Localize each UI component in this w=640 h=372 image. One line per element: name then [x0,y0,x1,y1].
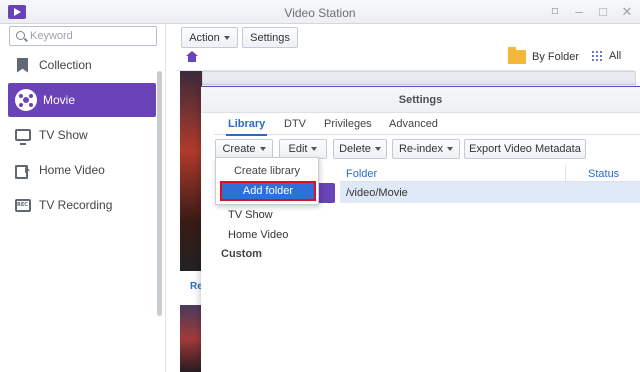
home-icon[interactable] [186,51,198,63]
column-header-folder[interactable]: Folder [346,168,377,180]
table-row[interactable]: /video/Movie [340,182,640,203]
chevron-down-icon [447,147,454,151]
film-reel-icon [15,89,37,111]
export-metadata-button-label: Export Video Metadata [469,143,581,155]
dialog-tabs: Library DTV Privileges Advanced [214,113,640,136]
maximize-icon[interactable]: □ [596,5,610,19]
tab-dtv[interactable]: DTV [282,116,308,132]
movie-poster[interactable] [180,71,202,271]
bookmark-icon [17,57,28,73]
tab-privileges[interactable]: Privileges [322,116,374,132]
window-controls: ⌑ – □ ✕ [548,5,634,19]
reindex-button-label: Re-index [398,143,444,155]
settings-button[interactable]: Settings [242,27,298,48]
pin-icon[interactable]: ⌑ [548,5,562,19]
action-button-label: Action [189,31,220,44]
sidebar-item-label: Collection [39,58,92,72]
all-label: All [609,50,622,62]
menu-item-create-library[interactable]: Create library [216,161,318,181]
chevron-down-icon [374,147,381,151]
search-box[interactable] [9,26,157,46]
sidebar-item-collection[interactable]: Collection [8,48,156,82]
tab-advanced[interactable]: Advanced [387,116,440,132]
folder-icon [508,47,526,64]
title-bar: Video Station ⌑ – □ ✕ [0,0,640,24]
reindex-button[interactable]: Re-index [392,139,460,159]
create-button[interactable]: Create [215,139,273,159]
chevron-down-icon [223,35,230,40]
dialog-title: Settings [398,94,443,106]
library-item-tv-show[interactable]: TV Show [228,209,273,221]
search-input[interactable] [30,29,150,43]
column-separator [565,165,566,182]
sidebar-item-tv-show[interactable]: TV Show [8,118,156,152]
sidebar-item-movie[interactable]: Movie [8,83,156,117]
by-folder-view-button[interactable]: By Folder [508,47,580,64]
camcorder-icon [15,163,31,179]
movie-poster[interactable] [180,305,202,372]
column-header-status[interactable]: Status [588,168,619,180]
folder-cell: /video/Movie [346,187,408,199]
sidebar-item-label: Home Video [39,163,105,177]
sidebar-item-tv-recording[interactable]: TV Recording [8,188,156,222]
chevron-down-icon [259,147,266,151]
search-icon [16,31,25,40]
export-metadata-button[interactable]: Export Video Metadata [464,139,586,159]
minimize-icon[interactable]: – [572,5,586,19]
rec-icon [15,198,31,212]
tab-library[interactable]: Library [226,116,268,136]
sidebar-item-home-video[interactable]: Home Video [8,153,156,187]
by-folder-label: By Folder [532,51,580,63]
library-item-home-video[interactable]: Home Video [228,229,288,241]
sidebar-item-label: TV Show [39,128,88,142]
sidebar: Collection Movie TV Show Home Video TV R… [0,24,166,372]
delete-button[interactable]: Delete [333,139,387,159]
grid-icon [591,50,603,62]
close-icon[interactable]: ✕ [620,5,634,19]
all-view-button[interactable]: All [591,50,621,62]
action-button[interactable]: Action [181,27,238,48]
sidebar-item-label: Movie [43,93,76,107]
menu-item-add-folder[interactable]: Add folder [220,181,316,201]
poster-row-header [202,71,636,85]
create-button-label: Create [222,143,256,155]
settings-button-label: Settings [250,31,290,44]
sidebar-item-label: TV Recording [39,198,113,212]
edit-button-label: Edit [288,143,308,155]
edit-button[interactable]: Edit [279,139,327,159]
create-dropdown-menu: Create library Add folder [215,157,319,205]
sidebar-scrollbar[interactable] [157,71,162,316]
window-title: Video Station [284,6,356,20]
folder-table-header: Folder Status [340,165,640,182]
chevron-down-icon [311,147,318,151]
settings-dialog: Settings Library DTV Privileges Advanced… [201,86,640,372]
delete-button-label: Delete [339,143,371,155]
library-group-custom: Custom [221,248,262,260]
tv-icon [15,129,31,145]
